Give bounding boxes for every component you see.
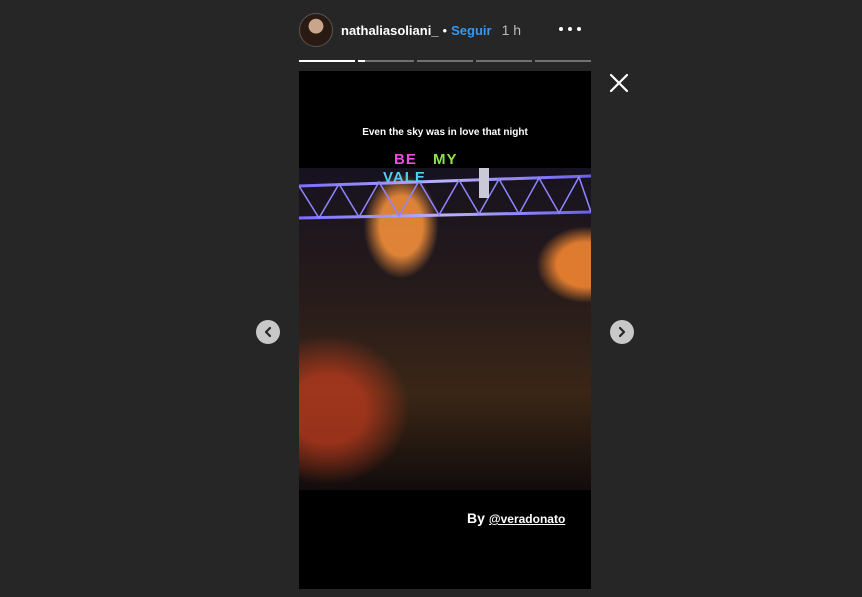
neon-sign-word: MY <box>433 151 458 168</box>
photo-credit: By @veradonato <box>467 510 565 526</box>
neon-sign-word: BE <box>394 151 417 168</box>
credit-prefix: By <box>467 510 485 526</box>
progress-segment <box>476 60 532 62</box>
chevron-right-icon <box>618 326 626 338</box>
progress-fill <box>358 60 365 62</box>
close-icon[interactable] <box>608 72 630 94</box>
progress-segment <box>299 60 355 62</box>
story-media[interactable]: Even the sky was in love that night BE M… <box>299 71 591 589</box>
credit-mention-link[interactable]: @veradonato <box>489 512 565 526</box>
follow-button[interactable]: Seguir <box>451 23 491 38</box>
progress-segment <box>417 60 473 62</box>
progress-fill <box>299 60 355 62</box>
chevron-left-icon <box>264 326 272 338</box>
progress-segment <box>358 60 414 62</box>
story-progress-bar <box>299 60 591 62</box>
more-dot <box>568 27 572 31</box>
username[interactable]: nathaliasoliani_ <box>341 23 439 38</box>
more-dot <box>577 27 581 31</box>
story-caption: Even the sky was in love that night <box>362 127 528 138</box>
stage-truss <box>299 168 591 220</box>
timestamp: 1 h <box>501 22 522 38</box>
separator-dot: • <box>442 22 448 38</box>
progress-segment <box>535 60 591 62</box>
more-dot <box>559 27 563 31</box>
story-header: nathaliasoliani_ • Seguir 1 h <box>299 12 591 48</box>
neon-sign-word: VALE <box>383 169 426 186</box>
avatar[interactable] <box>299 13 333 47</box>
previous-story-button[interactable] <box>256 320 280 344</box>
story-photo <box>299 168 591 490</box>
next-story-button[interactable] <box>610 320 634 344</box>
more-options-icon[interactable] <box>559 20 581 38</box>
